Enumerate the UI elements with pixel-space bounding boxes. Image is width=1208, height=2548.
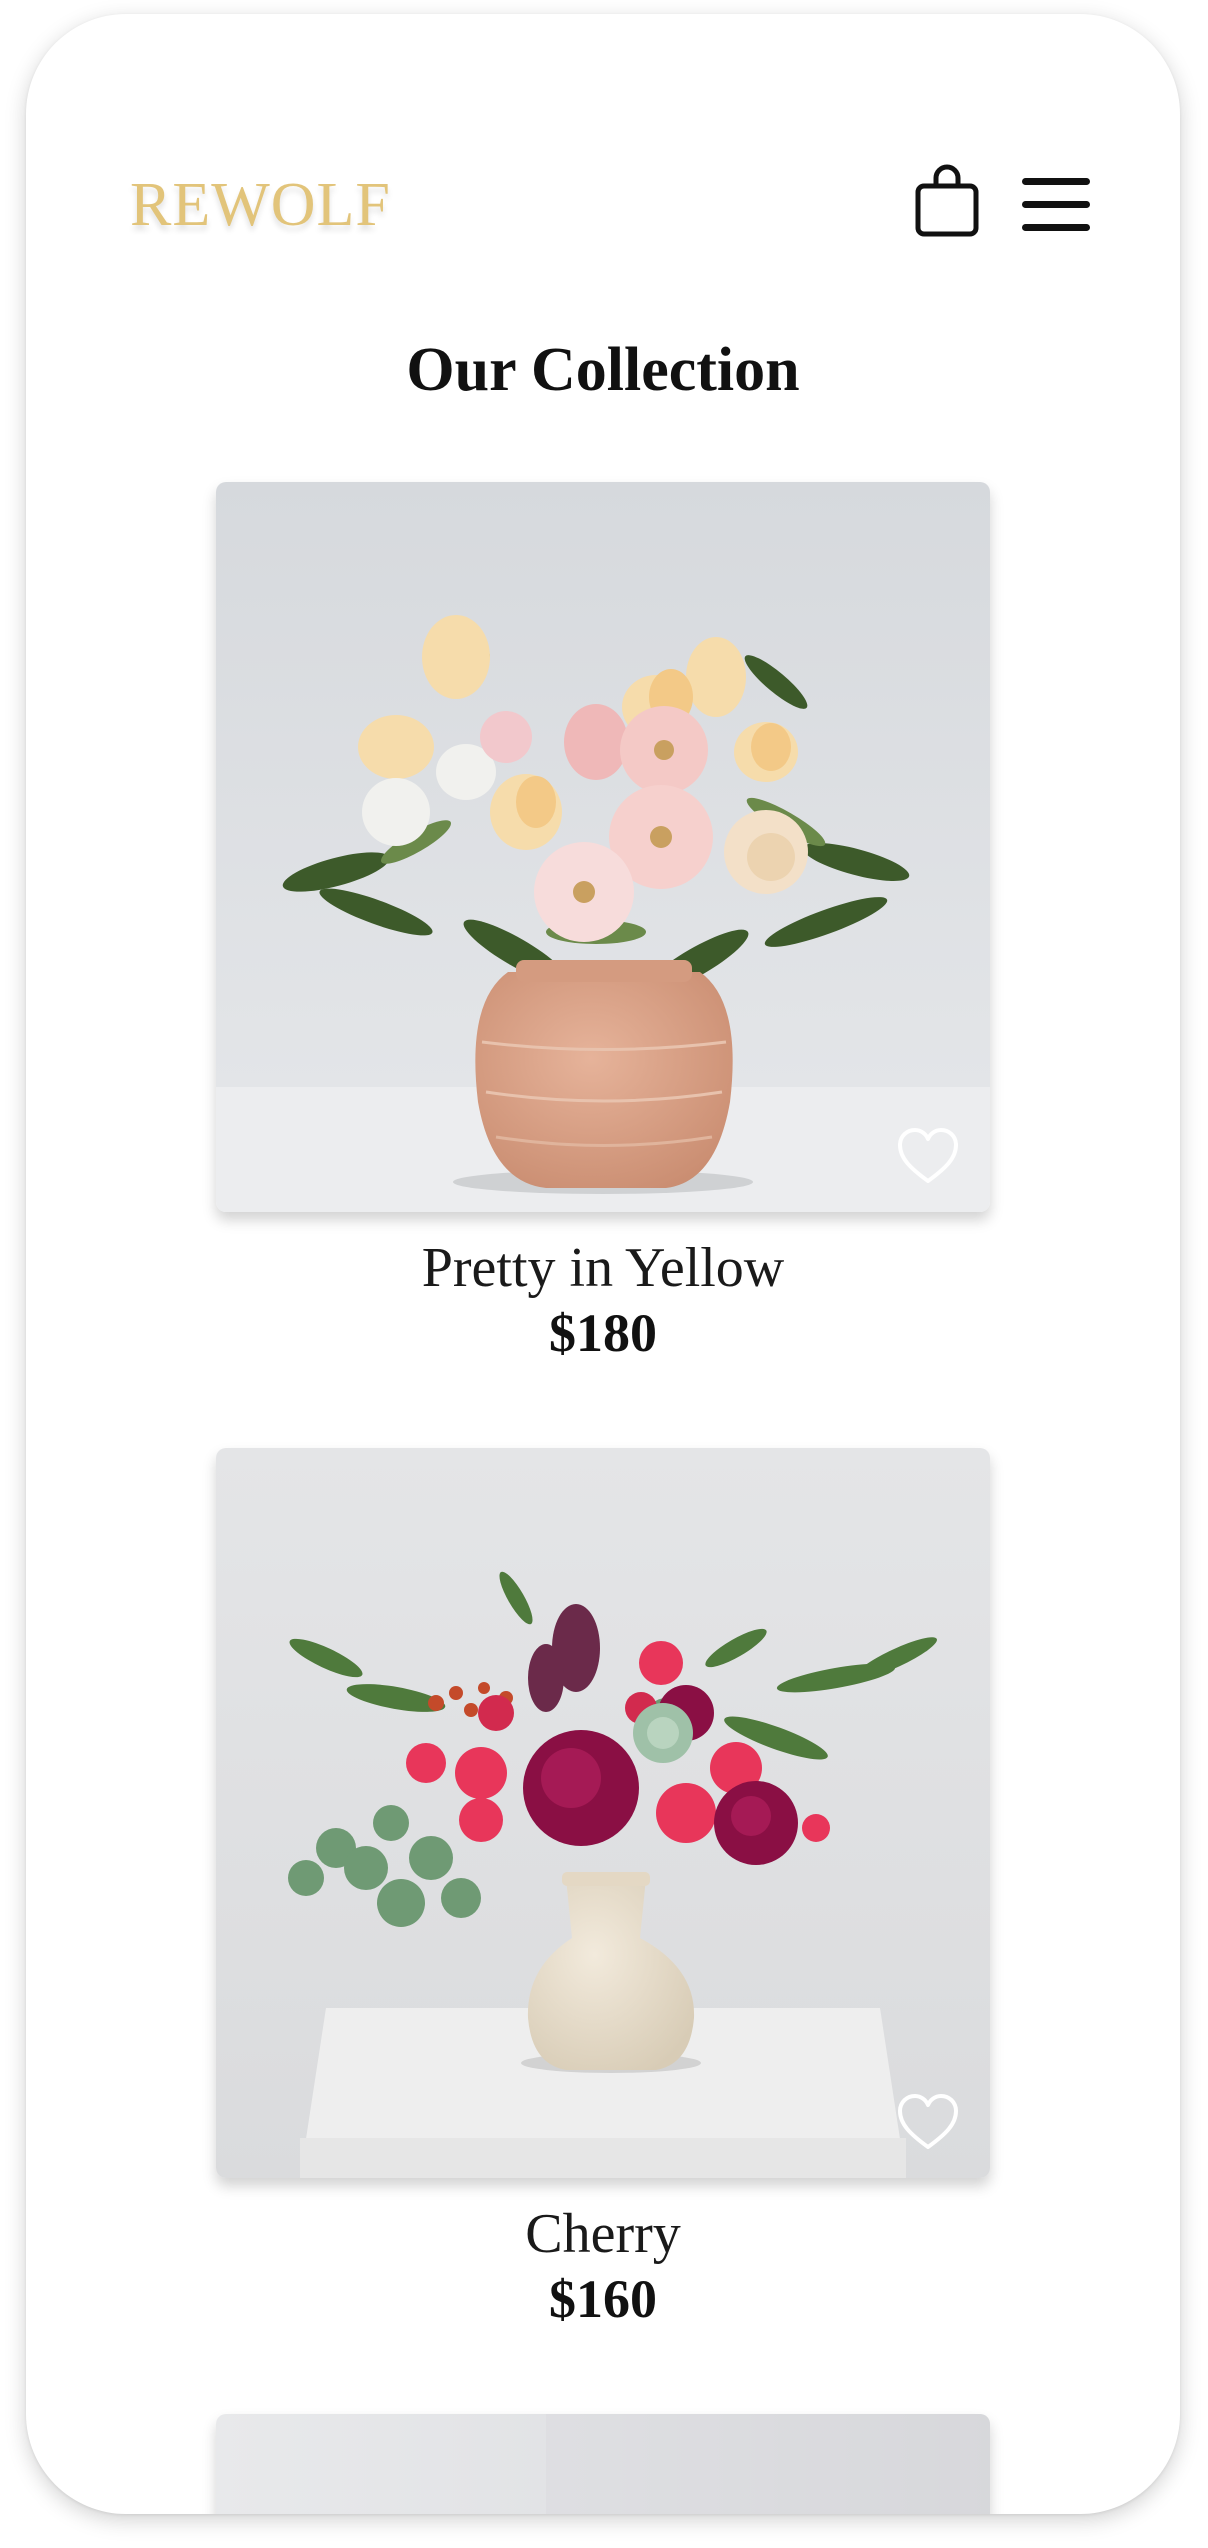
product-card[interactable]: Pretty in Yellow $180 xyxy=(216,482,990,1360)
bouquet-photo xyxy=(216,482,990,1212)
app-header: REWOLF xyxy=(26,14,1180,274)
page-title: Our Collection xyxy=(406,336,800,404)
product-name[interactable]: Cherry xyxy=(216,2206,990,2262)
hamburger-menu-icon[interactable] xyxy=(1020,172,1092,238)
product-image[interactable] xyxy=(216,482,990,1212)
phone-frame: REWOLF Our Collection Pretty in Yellow $… xyxy=(26,14,1180,2514)
shopping-bag-icon[interactable] xyxy=(914,164,980,238)
product-name[interactable]: Pretty in Yellow xyxy=(216,1240,990,1296)
product-card[interactable]: Cherry $160 xyxy=(216,1448,990,2326)
product-image[interactable] xyxy=(216,1448,990,2178)
bouquet-photo xyxy=(216,1448,990,2178)
heart-outline-icon[interactable] xyxy=(896,2092,960,2152)
product-price: $180 xyxy=(549,1303,657,1363)
product-card[interactable] xyxy=(216,2414,990,2514)
heart-outline-icon[interactable] xyxy=(896,1126,960,1186)
product-price: $160 xyxy=(549,2269,657,2329)
product-image[interactable] xyxy=(216,2414,990,2514)
brand-logo[interactable]: REWOLF xyxy=(130,174,391,236)
bouquet-photo xyxy=(216,2414,990,2514)
